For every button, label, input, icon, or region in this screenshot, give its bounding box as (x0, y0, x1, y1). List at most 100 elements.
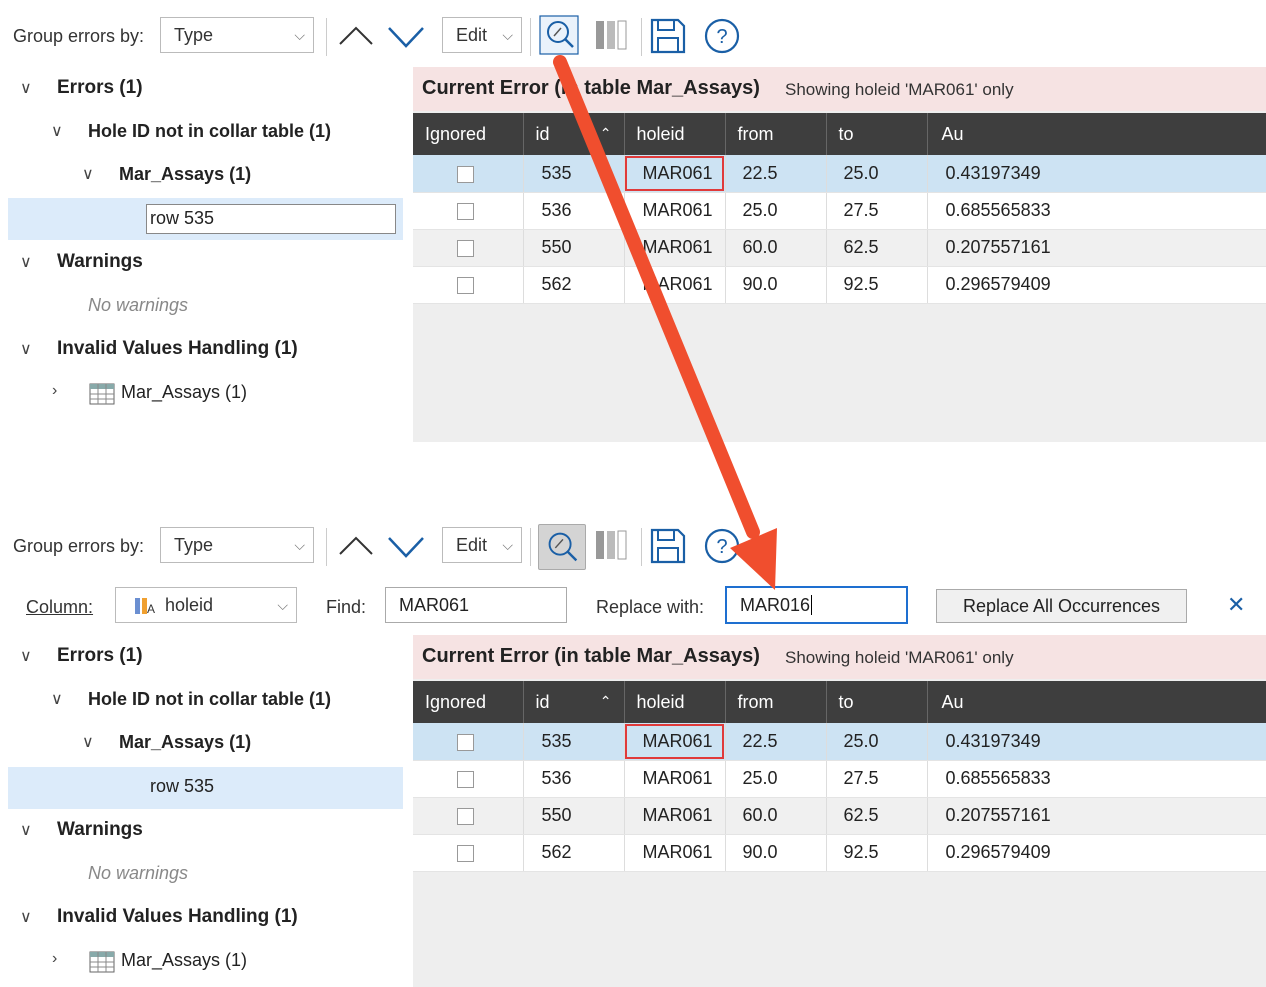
col-header[interactable]: to (826, 681, 928, 723)
tree-mar-assays[interactable]: Mar_Assays (1) (119, 164, 251, 185)
chevron-down-icon[interactable]: ∨ (20, 339, 32, 359)
cell-holeid: MAR061 (624, 192, 726, 230)
save-icon[interactable] (648, 526, 688, 566)
col-header[interactable]: id ⌃ (523, 113, 625, 155)
group-errors-select[interactable]: Type ⌵ (160, 17, 314, 53)
save-icon[interactable] (648, 16, 688, 56)
edit-dropdown[interactable]: Edit ⌵ (442, 527, 522, 563)
ignored-checkbox[interactable] (457, 202, 474, 220)
tree-row-selected[interactable]: row 535 (8, 767, 403, 809)
columns-icon[interactable] (592, 16, 632, 56)
tree-hole-id[interactable]: Hole ID not in collar table (1) (88, 121, 331, 142)
chevron-right-icon[interactable]: › (52, 382, 57, 400)
find-input[interactable]: MAR061 (385, 587, 567, 623)
current-error-subtitle: Showing holeid 'MAR061' only (785, 80, 1014, 99)
table-row[interactable]: 536 MAR061 25.0 27.5 0.685565833 (413, 760, 1266, 798)
col-header[interactable]: Au (927, 113, 1266, 155)
table-row[interactable]: 536 MAR061 25.0 27.5 0.685565833 (413, 192, 1266, 230)
chevron-down-icon: ⌵ (502, 27, 513, 43)
ignored-checkbox[interactable] (457, 239, 474, 257)
chevron-down-icon[interactable]: ∨ (20, 907, 32, 927)
group-errors-label: Group errors by: (13, 26, 145, 46)
cell-holeid[interactable]: MAR061 (624, 723, 726, 761)
table-row[interactable]: 535 MAR061 22.5 25.0 0.43197349 (413, 723, 1266, 761)
col-header[interactable]: to (826, 113, 928, 155)
ignored-checkbox[interactable] (457, 844, 474, 862)
no-warnings-text: No warnings (88, 863, 189, 883)
chevron-down-icon[interactable] (386, 526, 426, 566)
col-header[interactable]: Ignored (413, 113, 524, 155)
chevron-up-icon[interactable] (336, 16, 376, 56)
tree-row-editor[interactable]: row 535 (146, 204, 396, 234)
group-errors-select[interactable]: Type ⌵ (160, 527, 314, 563)
ignored-checkbox[interactable] (457, 733, 474, 751)
ignored-checkbox[interactable] (457, 165, 474, 183)
col-header[interactable]: Ignored (413, 681, 524, 723)
table-row[interactable]: 550 MAR061 60.0 62.5 0.207557161 (413, 229, 1266, 267)
help-icon[interactable]: ? (702, 526, 742, 566)
help-icon[interactable]: ? (702, 16, 742, 56)
panel-after: Group errors by: Type ⌵ Edit ⌵ ? Column:… (0, 516, 1266, 987)
group-errors-label: Group errors by: (13, 536, 145, 556)
ignored-checkbox[interactable] (457, 807, 474, 825)
chevron-down-icon[interactable]: ∨ (20, 252, 32, 272)
ignored-checkbox[interactable] (457, 276, 474, 294)
search-edit-icon[interactable] (539, 15, 579, 55)
cell-from: 60.0 (725, 797, 827, 835)
col-header[interactable]: from (725, 681, 827, 723)
chevron-down-icon: ⌵ (294, 27, 305, 43)
panel-gap (0, 442, 1266, 516)
search-edit-icon[interactable] (538, 524, 586, 570)
tree-mar-assays[interactable]: Mar_Assays (1) (119, 732, 251, 753)
cell-au: 0.207557161 (927, 797, 1266, 835)
chevron-up-icon[interactable] (336, 526, 376, 566)
chevron-down-icon[interactable]: ∨ (20, 646, 32, 666)
edit-label: Edit (456, 535, 488, 555)
tree-errors[interactable]: Errors (1) (57, 77, 143, 99)
table-row[interactable]: 562 MAR061 90.0 92.5 0.296579409 (413, 266, 1266, 304)
chevron-down-icon[interactable]: ∨ (20, 820, 32, 840)
tree-hole-id[interactable]: Hole ID not in collar table (1) (88, 689, 331, 710)
chevron-right-icon[interactable]: › (52, 950, 57, 968)
replace-all-button[interactable]: Replace All Occurrences (936, 589, 1187, 623)
toolbar-divider (641, 18, 642, 56)
columns-icon[interactable] (592, 526, 632, 566)
cell-holeid: MAR061 (624, 797, 726, 835)
cell-id: 536 (523, 760, 625, 798)
cell-holeid[interactable]: MAR061 (624, 155, 726, 193)
column-label: Column: (26, 597, 94, 617)
edit-dropdown[interactable]: Edit ⌵ (442, 17, 522, 53)
chevron-down-icon[interactable]: ∨ (51, 689, 63, 709)
chevron-down-icon[interactable] (386, 16, 426, 56)
current-error-subtitle: Showing holeid 'MAR061' only (785, 648, 1014, 667)
ignored-checkbox[interactable] (457, 770, 474, 788)
col-header[interactable]: holeid (624, 681, 726, 723)
close-icon[interactable]: ✕ (1227, 592, 1245, 618)
tree-invalid-child[interactable]: Mar_Assays (1) (121, 950, 247, 971)
tree-invalid[interactable]: Invalid Values Handling (1) (57, 338, 298, 360)
tree-errors[interactable]: Errors (1) (57, 645, 143, 667)
table-row[interactable]: 562 MAR061 90.0 92.5 0.296579409 (413, 834, 1266, 872)
replace-label: Replace with: (596, 597, 705, 617)
cell-holeid: MAR061 (624, 760, 726, 798)
tree-warnings[interactable]: Warnings (57, 251, 143, 273)
chevron-down-icon[interactable]: ∨ (82, 732, 94, 752)
chevron-down-icon[interactable]: ∨ (20, 78, 32, 98)
col-header[interactable]: Au (927, 681, 1266, 723)
tree-invalid[interactable]: Invalid Values Handling (1) (57, 906, 298, 928)
col-header[interactable]: holeid (624, 113, 726, 155)
table-row[interactable]: 550 MAR061 60.0 62.5 0.207557161 (413, 797, 1266, 835)
column-select[interactable]: A holeid ⌵ (115, 587, 297, 623)
table-row[interactable]: 535 MAR061 22.5 25.0 0.43197349 (413, 155, 1266, 193)
cell-from: 60.0 (725, 229, 827, 267)
col-header[interactable]: id ⌃ (523, 681, 625, 723)
cell-au: 0.685565833 (927, 760, 1266, 798)
col-header[interactable]: from (725, 113, 827, 155)
tree-invalid-child[interactable]: Mar_Assays (1) (121, 382, 247, 403)
chevron-down-icon[interactable]: ∨ (82, 164, 94, 184)
tree-warnings[interactable]: Warnings (57, 819, 143, 841)
find-label: Find: (326, 597, 367, 617)
chevron-down-icon[interactable]: ∨ (51, 121, 63, 141)
replace-input[interactable]: MAR016 (725, 586, 908, 624)
cell-from: 22.5 (725, 155, 827, 193)
